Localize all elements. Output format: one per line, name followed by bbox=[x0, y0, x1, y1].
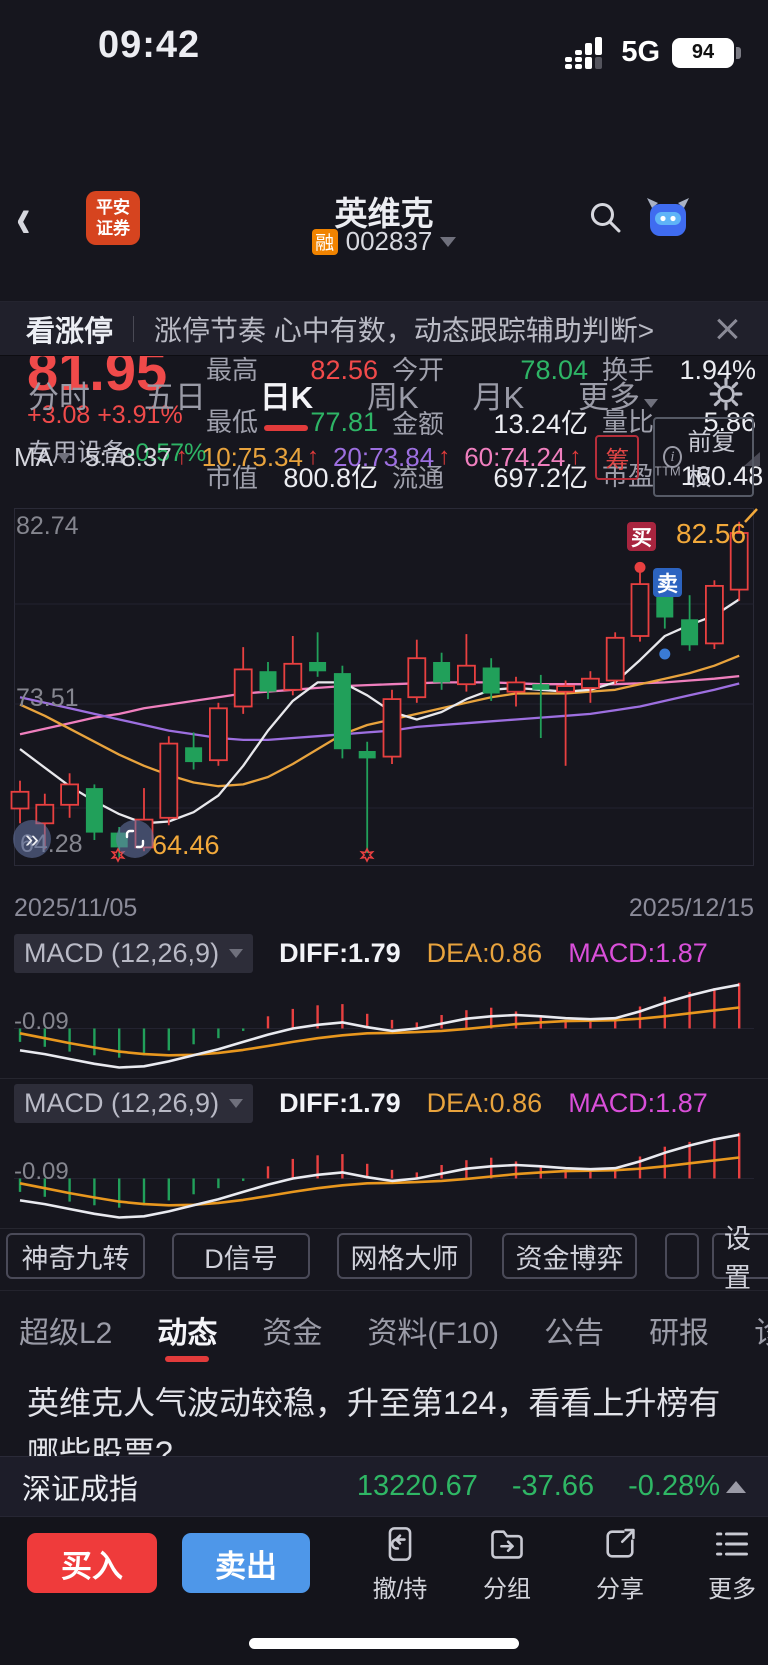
diff-value: DIFF:1.79 bbox=[279, 937, 401, 968]
macd-header-2: MACD (12,26,9) DIFF:1.79 DEA:0.86 MACD:1… bbox=[0, 1080, 768, 1126]
up-arrow-icon: ↑ bbox=[175, 443, 188, 470]
detail-tabs: 超级L2 动态资金资料(F10) 公告研报诊股 bbox=[0, 1290, 768, 1368]
signal-icon bbox=[565, 36, 603, 69]
ma3-value: 60:74.24 ↑ bbox=[464, 441, 582, 472]
macd-value: MACD:1.87 bbox=[568, 937, 708, 968]
tab-超级L2[interactable]: 超级L2 bbox=[17, 1292, 114, 1368]
chevron-down-icon bbox=[644, 398, 659, 408]
action-分组[interactable]: 分组 bbox=[465, 1525, 549, 1604]
low-price-label: 64.46 bbox=[152, 830, 220, 860]
tab-周K[interactable]: 周K bbox=[363, 358, 423, 431]
tab-资料(F10)[interactable]: 资料(F10) bbox=[365, 1292, 501, 1368]
buy-button[interactable]: 买入 bbox=[27, 1533, 157, 1593]
tab-资金[interactable]: 资金 bbox=[260, 1292, 324, 1368]
clock: 09:42 bbox=[98, 24, 201, 66]
home-indicator[interactable] bbox=[249, 1638, 519, 1649]
index-change: -37.66 bbox=[511, 1470, 595, 1502]
up-arrow-icon: ↑ bbox=[438, 443, 451, 470]
sell-signal-marker: 卖 bbox=[653, 568, 682, 597]
tab-五日[interactable]: 五日 bbox=[140, 358, 210, 431]
tool-神奇九转[interactable]: 神奇九转 bbox=[6, 1233, 145, 1279]
action-分享[interactable]: 分享 bbox=[578, 1525, 662, 1604]
action-更多[interactable]: 更多 bbox=[690, 1525, 768, 1604]
index-pct: -0.28% bbox=[628, 1470, 720, 1502]
gear-icon[interactable] bbox=[708, 376, 744, 412]
promo-banner[interactable]: 看涨停 涨停节奏 心中有数，动态跟踪辅助判断> bbox=[0, 301, 768, 356]
tool-partial[interactable] bbox=[665, 1233, 699, 1279]
tab-more[interactable]: 更多 bbox=[574, 358, 662, 431]
macd-params-dropdown-2[interactable]: MACD (12,26,9) bbox=[14, 1083, 254, 1123]
status-bar: 09:42 5G 94 bbox=[0, 0, 768, 90]
tab-动态[interactable]: 动态 bbox=[155, 1292, 219, 1368]
tool-资金博弈[interactable]: 资金博弈 bbox=[502, 1233, 637, 1279]
tool-网格大师[interactable]: 网格大师 bbox=[337, 1233, 472, 1279]
ma2-value: 20:73.84 ↑ bbox=[332, 441, 451, 472]
share-icon bbox=[578, 1525, 662, 1563]
up-arrow-icon: ↑ bbox=[306, 443, 319, 470]
tab-诊股[interactable]: 诊股 bbox=[752, 1292, 768, 1368]
header: ‹ 平安 证券 英维克 融 002837 bbox=[0, 90, 768, 256]
macd-plot-1[interactable] bbox=[0, 976, 768, 1076]
ma-dropdown[interactable]: MA bbox=[14, 442, 71, 473]
more-list-icon bbox=[690, 1525, 768, 1563]
info-icon: i bbox=[663, 446, 682, 468]
quote-panel: 81.95 +3.08 +3.91% 专用设备-0.57% 最高 82.56 今开 7… bbox=[0, 170, 768, 493]
tool-D信号[interactable]: D信号 bbox=[172, 1233, 310, 1279]
date-start: 2025/11/05 bbox=[14, 894, 138, 922]
tab-月K[interactable]: 月K bbox=[469, 358, 529, 431]
undo-phone-icon bbox=[358, 1525, 442, 1563]
buy-signal-marker: 买 bbox=[627, 522, 656, 551]
adjust-mode-button[interactable]: i 前复权 bbox=[653, 417, 754, 497]
macd-plot-2[interactable] bbox=[0, 1126, 768, 1226]
index-bar[interactable]: 深证成指 13220.67 -37.66 -0.28% bbox=[0, 1456, 768, 1516]
news-snippet[interactable]: 英维克人气波动较稳，升至第124，看看上升榜有哪些股票? bbox=[0, 1378, 768, 1456]
ma0-value: 5:78.37 ↑ bbox=[85, 441, 188, 472]
macd-zero-label-2: -0.09 bbox=[14, 1158, 69, 1185]
tab-公告[interactable]: 公告 bbox=[542, 1292, 606, 1368]
folder-arrow-icon bbox=[465, 1525, 549, 1563]
index-name: 深证成指 bbox=[22, 1473, 139, 1506]
axis-mid-label: 73.51 bbox=[16, 684, 79, 712]
collapse-left-button[interactable]: » bbox=[13, 820, 51, 858]
date-axis: 2025/11/05 2025/12/15 bbox=[0, 894, 768, 928]
macd-zero-label-1: -0.09 bbox=[14, 1008, 69, 1035]
ma-indicator-row: MA 5:78.37 ↑ 10:75.34 ↑ 20:73.84 ↑ 60:74.24 ↑ 筹 i… bbox=[0, 417, 768, 497]
up-arrow-icon: ↑ bbox=[569, 443, 582, 470]
candlestick-chart[interactable]: 82.74 73.51 64.28 64.46 82.56 买 卖 » bbox=[0, 508, 768, 866]
macd-params-dropdown[interactable]: MACD (12,26,9) bbox=[14, 933, 254, 973]
tab-分时[interactable]: 分时 bbox=[24, 358, 94, 431]
action-撤/持[interactable]: 撤/持 bbox=[358, 1525, 442, 1604]
battery-icon: 94 bbox=[672, 37, 741, 68]
ma1-value: 10:75.34 ↑ bbox=[201, 441, 319, 472]
fullscreen-button[interactable] bbox=[116, 820, 154, 858]
banner-message: 涨停节奏 心中有数，动态跟踪辅助判断> bbox=[154, 314, 655, 346]
macd-header-1: MACD (12,26,9) DIFF:1.79 DEA:0.86 MACD:1… bbox=[0, 930, 768, 976]
close-icon[interactable] bbox=[712, 314, 742, 344]
index-value: 13220.67 bbox=[356, 1470, 478, 1502]
sell-button[interactable]: 卖出 bbox=[182, 1533, 310, 1593]
network-label: 5G bbox=[621, 36, 660, 68]
chips-button[interactable]: 筹 bbox=[595, 434, 640, 480]
tool-设置[interactable]: 设置 bbox=[712, 1224, 768, 1293]
banner-tag: 看涨停 bbox=[26, 315, 114, 348]
date-end: 2025/12/15 bbox=[628, 894, 754, 922]
tab-研报[interactable]: 研报 bbox=[647, 1292, 711, 1368]
collapse-up-icon[interactable] bbox=[726, 1480, 746, 1493]
high-price-label: 82.56 bbox=[676, 518, 747, 549]
tab-日K[interactable]: 日K bbox=[256, 358, 317, 431]
axis-max-label: 82.74 bbox=[16, 512, 79, 540]
dea-value: DEA:0.86 bbox=[426, 937, 543, 968]
